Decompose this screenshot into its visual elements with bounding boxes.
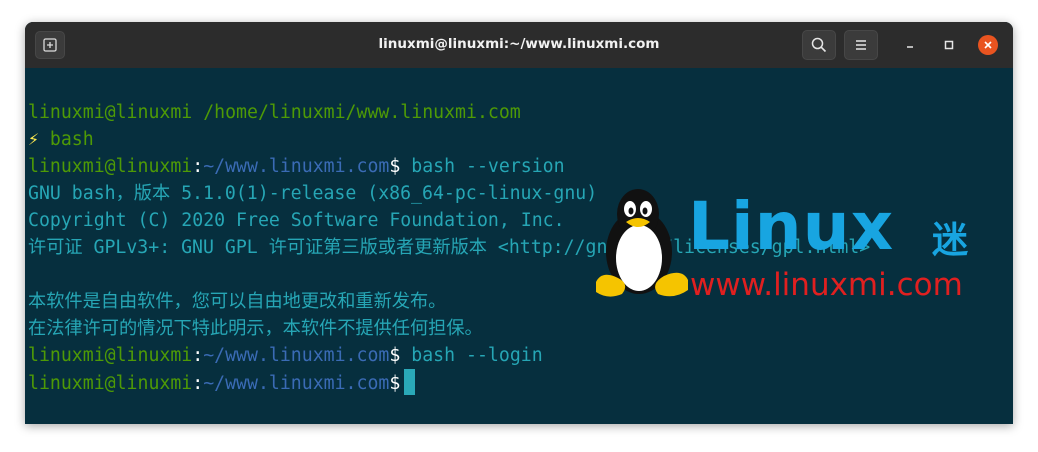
- prompt-path: ~/www.linuxmi.com: [203, 373, 390, 394]
- output-line: 在法律许可的情况下特此明示，本软件不提供任何担保。: [28, 318, 483, 339]
- prompt-symbol: $: [389, 156, 401, 177]
- menu-button[interactable]: [844, 30, 878, 60]
- terminal-line: ⚡ bash: [28, 126, 1013, 153]
- header-path: /home/linuxmi/www.linuxmi.com: [203, 102, 521, 123]
- terminal-line: linuxmi@linuxmi:~/www.linuxmi.com$ bash …: [28, 342, 1013, 369]
- watermark-logo-text: Linux: [688, 188, 895, 265]
- prompt-path: ~/www.linuxmi.com: [203, 345, 390, 366]
- terminal-line: linuxmi@linuxmi:~/www.linuxmi.com$ bash …: [28, 153, 1013, 180]
- hamburger-menu-icon: [856, 40, 866, 50]
- maximize-button[interactable]: [939, 35, 959, 55]
- prompt-user: linuxmi@linuxmi: [28, 156, 193, 177]
- terminal-line: linuxmi@linuxmi:~/www.linuxmi.com$: [28, 369, 1013, 396]
- bash-label: bash: [49, 129, 94, 150]
- prompt-separator: :: [192, 156, 204, 177]
- watermark: Linux 迷 www.linuxmi.com: [592, 186, 1012, 306]
- watermark-url: www.linuxmi.com: [690, 267, 963, 303]
- watermark-logo-char: 迷: [932, 220, 969, 261]
- minimize-icon: [907, 46, 913, 48]
- prompt-symbol: $: [389, 373, 401, 394]
- prompt-separator: :: [192, 373, 204, 394]
- search-button[interactable]: [802, 30, 836, 60]
- lightning-icon: ⚡: [28, 129, 39, 150]
- search-icon: [811, 37, 827, 53]
- prompt-path: ~/www.linuxmi.com: [203, 156, 390, 177]
- command-text: bash --version: [411, 156, 565, 177]
- header-user: linuxmi@linuxmi: [28, 102, 193, 123]
- maximize-icon: [944, 40, 954, 50]
- prompt-user: linuxmi@linuxmi: [28, 345, 193, 366]
- prompt-symbol: $: [389, 345, 401, 366]
- title-bar[interactable]: linuxmi@linuxmi:~/www.linuxmi.com: [25, 22, 1013, 68]
- terminal-line: linuxmi@linuxmi /home/linuxmi/www.linuxm…: [28, 99, 1013, 126]
- close-icon: [984, 41, 992, 49]
- minimize-button[interactable]: [900, 35, 920, 55]
- prompt-separator: :: [192, 345, 204, 366]
- prompt-user: linuxmi@linuxmi: [28, 373, 193, 394]
- close-button[interactable]: [978, 35, 998, 55]
- command-text: bash --login: [411, 345, 543, 366]
- text-cursor: [404, 369, 416, 395]
- tux-penguin-icon: [596, 189, 688, 297]
